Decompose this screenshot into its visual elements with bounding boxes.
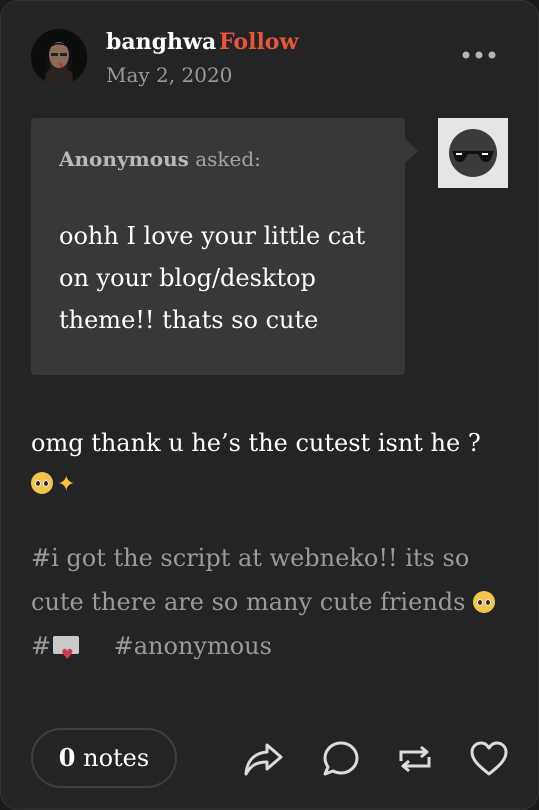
notes-button[interactable]: 0 notes	[31, 728, 177, 788]
tag-item[interactable]: #anonymous	[114, 632, 272, 660]
answer-text-block: omg thank u he’s the cutest isnt he ? ✦	[31, 423, 511, 505]
user-avatar[interactable]	[31, 29, 87, 85]
ask-question: oohh I love your little cat on your blog…	[59, 222, 366, 334]
answer-text: omg thank u he’s the cutest isnt he ?	[31, 429, 481, 457]
follow-button[interactable]: Follow	[219, 29, 298, 55]
asker-line: Anonymous asked:	[59, 147, 261, 171]
ask-bubble-pointer	[405, 139, 418, 163]
notes-count: 0	[58, 743, 76, 772]
tags-block: #i got the script at webneko!! its so cu…	[31, 536, 521, 677]
username-link[interactable]: banghwa	[106, 29, 216, 55]
pleading-face-emoji	[31, 472, 53, 494]
reblog-icon	[399, 745, 431, 773]
tag-item[interactable]: #	[31, 632, 83, 677]
reblog-button[interactable]	[393, 737, 437, 781]
post-date: May 2, 2020	[106, 63, 233, 87]
sparkles-emoji: ✦	[57, 472, 76, 497]
more-options-button[interactable]	[457, 41, 501, 69]
tag-item[interactable]: #i got the script at webneko!! its so cu…	[31, 544, 469, 616]
post-card: banghwa Follow May 2, 2020 Anonymous ask…	[0, 0, 539, 810]
pleading-face-emoji	[473, 591, 496, 613]
love-letter-emoji	[53, 633, 80, 677]
asked-label: asked:	[195, 147, 261, 171]
share-button[interactable]	[241, 737, 285, 781]
reply-button[interactable]	[319, 737, 363, 781]
reply-icon	[323, 741, 359, 776]
like-button[interactable]	[467, 737, 511, 781]
more-horizontal-icon	[462, 51, 496, 59]
anonymous-avatar	[438, 118, 508, 188]
share-icon	[244, 743, 283, 776]
asker-name[interactable]: Anonymous	[59, 147, 189, 171]
anonymous-sunglasses-avatar-icon	[438, 118, 508, 188]
notes-label: notes	[83, 744, 150, 772]
like-icon	[470, 741, 508, 776]
